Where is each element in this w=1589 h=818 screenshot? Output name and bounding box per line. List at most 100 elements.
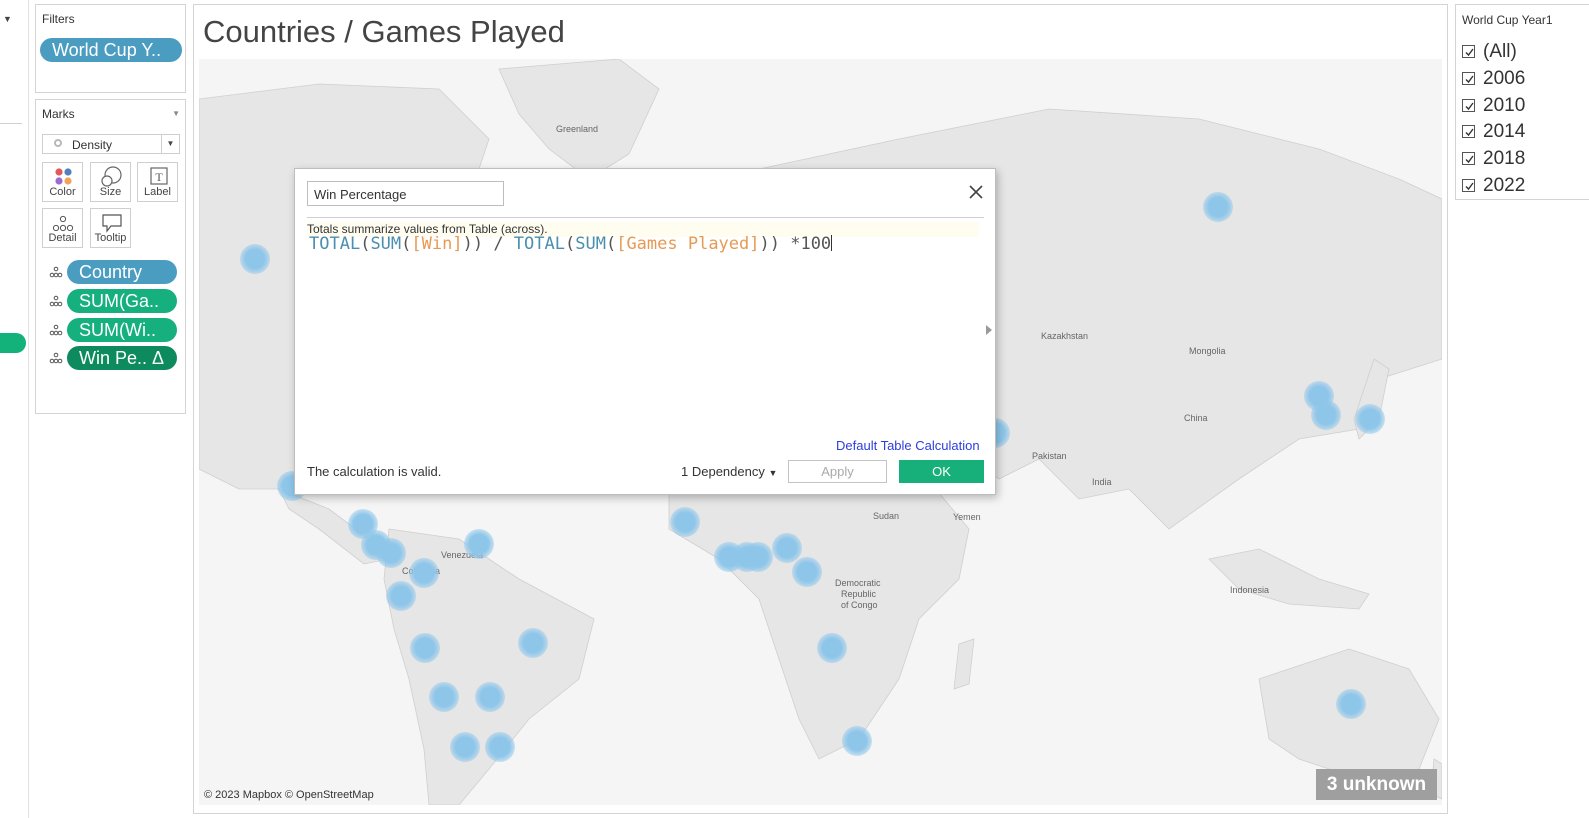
default-table-calculation-link[interactable]: Default Table Calculation xyxy=(836,438,980,453)
checkmark-icon xyxy=(1465,128,1474,137)
left-data-pane-edge: ▼ xyxy=(0,0,29,818)
checkbox[interactable] xyxy=(1462,125,1475,138)
density-mark[interactable] xyxy=(670,507,700,537)
density-mark[interactable] xyxy=(409,558,439,588)
quick-filter-world-cup-year: World Cup Year1 (All) 2006 2010 2014 201… xyxy=(1455,4,1589,200)
detail-icon xyxy=(49,266,63,278)
checkmark-icon xyxy=(1465,155,1474,164)
checkmark-icon xyxy=(1465,182,1474,191)
marks-field-country[interactable]: Country xyxy=(36,260,187,284)
formula-field-games-played: [Games Played] xyxy=(616,234,760,254)
density-mark[interactable] xyxy=(772,533,802,563)
filter-option-label: 2022 xyxy=(1483,175,1526,196)
map-label-greenland: Greenland xyxy=(556,124,599,134)
checkbox[interactable] xyxy=(1462,72,1475,85)
checkbox[interactable] xyxy=(1462,99,1475,112)
chevron-down-icon: ▼ xyxy=(768,468,778,478)
density-mark[interactable] xyxy=(386,581,416,611)
filter-pill-world-cup-year[interactable]: World Cup Y.. xyxy=(40,38,182,62)
density-mark[interactable] xyxy=(475,682,505,712)
sum-games-played-pill[interactable]: SUM(Ga.. xyxy=(67,289,177,313)
map-label-drc-1: Democratic xyxy=(835,578,881,588)
density-mark[interactable] xyxy=(485,732,515,762)
map-label-china: China xyxy=(1184,413,1208,423)
marks-title: Marks xyxy=(42,107,75,121)
formula-editor[interactable]: TOTAL(SUM([Win])) / TOTAL(SUM([Games Pla… xyxy=(309,234,833,254)
mark-type-dropdown[interactable]: Density ▼ xyxy=(42,134,180,154)
formula-function: TOTAL xyxy=(309,234,361,254)
text-cursor xyxy=(831,235,833,251)
detail-button[interactable]: Detail xyxy=(42,208,83,248)
detail-icon xyxy=(49,352,63,364)
formula-function: TOTAL xyxy=(513,234,565,254)
checkbox[interactable] xyxy=(1462,152,1475,165)
size-label: Size xyxy=(99,186,122,198)
filter-option-label: (All) xyxy=(1483,41,1517,62)
checkbox[interactable] xyxy=(1462,45,1475,58)
color-label: Color xyxy=(49,186,76,198)
marks-field-sum-win[interactable]: SUM(Wi.. xyxy=(36,318,187,342)
apply-button[interactable]: Apply xyxy=(788,460,887,483)
density-mark[interactable] xyxy=(1336,689,1366,719)
label-button[interactable]: T Label xyxy=(137,162,178,202)
country-pill[interactable]: Country xyxy=(67,260,177,284)
svg-text:T: T xyxy=(155,170,163,184)
checkbox[interactable] xyxy=(1462,179,1475,192)
detail-icon xyxy=(52,215,74,232)
map-label-sudan: Sudan xyxy=(873,511,900,521)
filter-option-label: 2018 xyxy=(1483,148,1526,169)
expand-panel-arrow-icon[interactable] xyxy=(986,325,992,335)
collapse-caret-icon[interactable]: ▼ xyxy=(3,14,12,24)
density-mark[interactable] xyxy=(817,633,847,663)
worksheet-title: Countries / Games Played xyxy=(203,14,565,49)
formula-function: SUM xyxy=(370,234,402,254)
mark-type-label: Density xyxy=(72,138,113,152)
density-mark[interactable] xyxy=(450,732,480,762)
color-icon xyxy=(55,168,72,185)
density-mark[interactable] xyxy=(1311,400,1341,430)
density-mark[interactable] xyxy=(410,633,440,663)
density-mark[interactable] xyxy=(842,726,872,756)
density-mark[interactable] xyxy=(240,244,270,274)
marks-field-win-percentage[interactable]: Win Pe.. Δ xyxy=(36,346,187,370)
checkmark-icon xyxy=(1465,75,1474,84)
density-mark[interactable] xyxy=(743,542,773,572)
density-mark[interactable] xyxy=(1355,404,1385,434)
chevron-down-icon[interactable]: ▼ xyxy=(161,135,179,153)
divider xyxy=(307,217,984,218)
density-mark[interactable] xyxy=(792,557,822,587)
map-label-drc-2: Republic xyxy=(841,589,877,599)
map-label-drc-3: of Congo xyxy=(841,600,878,610)
marks-card: Marks ▼ Density ▼ Color Size T Label Det… xyxy=(35,99,186,414)
unknown-indicator[interactable]: 3 unknown xyxy=(1316,769,1437,800)
density-mark[interactable] xyxy=(429,682,459,712)
map-label-indonesia: Indonesia xyxy=(1230,585,1270,595)
map-attribution: © 2023 Mapbox © OpenStreetMap xyxy=(204,789,374,801)
data-pane-green-pill[interactable] xyxy=(0,333,26,353)
map-label-kazakhstan: Kazakhstan xyxy=(1041,331,1089,341)
density-mark[interactable] xyxy=(464,529,494,559)
density-mark[interactable] xyxy=(518,628,548,658)
density-mark[interactable] xyxy=(376,538,406,568)
density-mark[interactable] xyxy=(1203,192,1233,222)
quick-filter-title: World Cup Year1 xyxy=(1462,13,1553,27)
ok-button[interactable]: OK xyxy=(899,460,984,483)
calculation-name-field[interactable]: Win Percentage xyxy=(307,181,504,206)
marks-menu-caret-icon[interactable]: ▼ xyxy=(172,109,180,118)
tooltip-button[interactable]: Tooltip xyxy=(90,208,131,248)
detail-icon xyxy=(49,295,63,307)
marks-field-sum-games[interactable]: SUM(Ga.. xyxy=(36,289,187,313)
calculation-editor-dialog: Win Percentage Totals summarize values f… xyxy=(294,168,996,495)
dependency-dropdown[interactable]: 1 Dependency ▼ xyxy=(681,464,777,479)
filter-option-label: 2006 xyxy=(1483,68,1526,89)
size-button[interactable]: Size xyxy=(90,162,131,202)
color-button[interactable]: Color xyxy=(42,162,83,202)
win-percentage-pill[interactable]: Win Pe.. Δ xyxy=(67,346,177,370)
sum-win-pill[interactable]: SUM(Wi.. xyxy=(67,318,177,342)
formula-function: SUM xyxy=(575,234,606,254)
formula-tail: *100 xyxy=(779,234,832,254)
label-label: Label xyxy=(144,186,171,198)
map-label-mongolia: Mongolia xyxy=(1189,346,1226,356)
checkmark-icon xyxy=(1465,102,1474,111)
close-icon[interactable] xyxy=(967,183,985,201)
